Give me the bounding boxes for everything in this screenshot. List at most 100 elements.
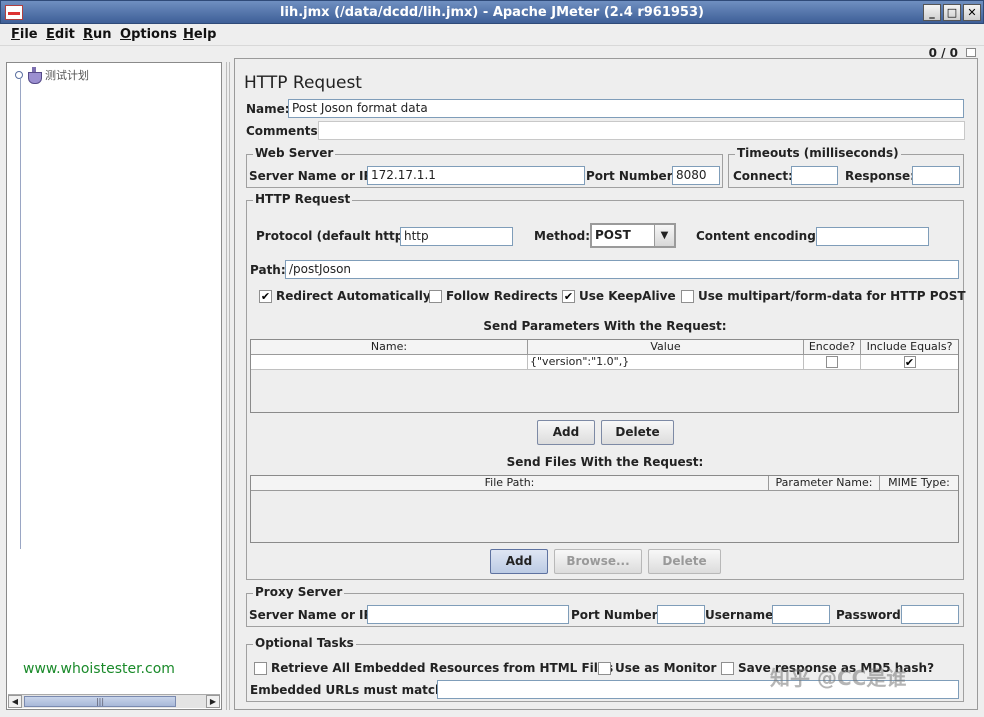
proxy-server-name-field[interactable]: [367, 605, 569, 624]
column-header-value[interactable]: Value: [528, 340, 804, 355]
tree-expand-handle-icon[interactable]: [15, 71, 23, 79]
tree-node-label: 测试计划: [45, 69, 89, 82]
server-name-field[interactable]: 172.17.1.1: [367, 166, 585, 185]
test-plan-tree: 测试计划 www.whoistester.com ◀ ||| ▶: [6, 62, 222, 710]
checkbox-unchecked-icon[interactable]: [721, 661, 734, 675]
response-label: Response:: [845, 169, 915, 183]
watermark-website: www.whoistester.com: [23, 661, 175, 677]
scroll-right-arrow-icon[interactable]: ▶: [206, 695, 220, 708]
menu-run[interactable]: Run: [83, 27, 112, 42]
redirect-automatically-label: Redirect Automatically: [276, 289, 431, 303]
tree-horizontal-scrollbar[interactable]: ◀ ||| ▶: [8, 694, 220, 708]
use-multipart-option[interactable]: Use multipart/form-data for HTTP POST: [681, 289, 966, 303]
checkbox-unchecked-icon[interactable]: [826, 356, 838, 368]
proxy-port-field[interactable]: [657, 605, 705, 624]
protocol-field[interactable]: http: [400, 227, 513, 246]
table-cell-name[interactable]: [251, 355, 528, 370]
method-select-value: POST: [595, 228, 631, 242]
comments-field[interactable]: [318, 121, 965, 140]
tree-connector-line: [20, 79, 21, 549]
checkbox-unchecked-icon[interactable]: [598, 661, 611, 675]
checkbox-unchecked-icon[interactable]: [681, 289, 694, 303]
minimize-button[interactable]: _: [923, 4, 941, 21]
browse-file-button[interactable]: Browse...: [554, 549, 642, 574]
delete-file-button[interactable]: Delete: [648, 549, 721, 574]
redirect-automatically-option[interactable]: ✔ Redirect Automatically: [259, 289, 431, 303]
table-cell-encode[interactable]: [804, 355, 861, 370]
table-cell-include-equals[interactable]: ✔: [861, 355, 958, 370]
port-number-field[interactable]: 8080: [672, 166, 720, 185]
protocol-label: Protocol (default http):: [256, 229, 414, 243]
connect-timeout-field[interactable]: [791, 166, 838, 185]
method-select[interactable]: POST ▼: [590, 223, 676, 248]
menu-help[interactable]: Help: [183, 27, 216, 42]
scroll-thumb[interactable]: |||: [24, 696, 176, 707]
menu-edit[interactable]: Edit: [46, 27, 75, 42]
proxy-password-label: Password: [836, 608, 901, 622]
path-label: Path:: [250, 263, 286, 277]
comments-label: Comments:: [246, 124, 323, 138]
web-server-group: Web Server Server Name or IP: 172.17.1.1…: [246, 146, 723, 188]
column-header-name[interactable]: Name:: [251, 340, 528, 355]
add-file-button[interactable]: Add: [490, 549, 548, 574]
follow-redirects-label: Follow Redirects: [446, 289, 558, 303]
http-request-panel: HTTP Request Name: Post Joson format dat…: [234, 58, 978, 710]
name-field[interactable]: Post Joson format data: [288, 99, 964, 118]
parameters-table[interactable]: Name: Value Encode? Include Equals? {"ve…: [250, 339, 959, 413]
checkbox-unchecked-icon[interactable]: [254, 661, 267, 675]
retrieve-embedded-option[interactable]: Retrieve All Embedded Resources from HTM…: [254, 661, 613, 675]
proxy-password-field[interactable]: [901, 605, 959, 624]
proxy-port-label: Port Number:: [571, 608, 663, 622]
menu-file[interactable]: File: [11, 27, 38, 42]
method-label: Method:: [534, 229, 590, 243]
http-request-group: HTTP Request Protocol (default http): ht…: [246, 192, 966, 580]
test-plan-flask-icon: [27, 67, 42, 84]
close-button[interactable]: ✕: [963, 4, 981, 21]
timeouts-group: Timeouts (milliseconds) Connect: Respons…: [728, 146, 964, 188]
port-number-label: Port Number:: [586, 169, 678, 183]
path-field[interactable]: /postJoson: [285, 260, 959, 279]
column-header-file-path[interactable]: File Path:: [251, 476, 769, 491]
maximize-button[interactable]: □: [943, 4, 961, 21]
send-parameters-heading: Send Parameters With the Request:: [483, 319, 727, 333]
column-header-mime-type[interactable]: MIME Type:: [880, 476, 958, 491]
column-header-encode[interactable]: Encode?: [804, 340, 861, 355]
menubar: File Edit Run Options Help: [0, 24, 984, 46]
response-timeout-field[interactable]: [912, 166, 960, 185]
chevron-down-icon[interactable]: ▼: [654, 225, 674, 246]
checkbox-checked-icon[interactable]: ✔: [903, 356, 916, 368]
files-table[interactable]: File Path: Parameter Name: MIME Type:: [250, 475, 959, 543]
column-header-include-equals[interactable]: Include Equals?: [861, 340, 958, 355]
retrieve-embedded-label: Retrieve All Embedded Resources from HTM…: [271, 661, 614, 675]
status-indicator-icon: [966, 48, 976, 57]
proxy-username-label: Username: [705, 608, 774, 622]
content-encoding-label: Content encoding:: [696, 229, 821, 243]
web-server-legend: Web Server: [253, 146, 336, 160]
column-header-parameter-name[interactable]: Parameter Name:: [769, 476, 880, 491]
use-as-monitor-option[interactable]: Use as Monitor: [598, 661, 716, 675]
add-parameter-button[interactable]: Add: [537, 420, 595, 445]
content-encoding-field[interactable]: [816, 227, 929, 246]
timeouts-legend: Timeouts (milliseconds): [735, 146, 901, 160]
checkbox-checked-icon[interactable]: ✔: [562, 289, 575, 303]
menu-options[interactable]: Options: [120, 27, 177, 42]
connect-label: Connect:: [733, 169, 793, 183]
use-keepalive-label: Use KeepAlive: [579, 289, 676, 303]
scroll-left-arrow-icon[interactable]: ◀: [8, 695, 22, 708]
proxy-server-legend: Proxy Server: [253, 585, 345, 599]
table-cell-value[interactable]: {"version":"1.0",}: [528, 355, 804, 370]
use-as-monitor-label: Use as Monitor: [615, 661, 717, 675]
scroll-thumb-grip-icon: |||: [95, 697, 105, 706]
send-files-heading: Send Files With the Request:: [506, 455, 704, 469]
delete-parameter-button[interactable]: Delete: [601, 420, 674, 445]
follow-redirects-option[interactable]: Follow Redirects: [429, 289, 558, 303]
use-keepalive-option[interactable]: ✔ Use KeepAlive: [562, 289, 676, 303]
checkbox-unchecked-icon[interactable]: [429, 289, 442, 303]
checkbox-checked-icon[interactable]: ✔: [259, 289, 272, 303]
proxy-username-field[interactable]: [772, 605, 830, 624]
tree-node-test-plan[interactable]: 测试计划: [15, 67, 89, 84]
panel-splitter[interactable]: [226, 62, 230, 710]
proxy-server-group: Proxy Server Server Name or IP: Port Num…: [246, 585, 964, 627]
proxy-server-name-label: Server Name or IP:: [249, 608, 378, 622]
window-title: lih.jmx (/data/dcdd/lih.jmx) - Apache JM…: [280, 5, 704, 20]
